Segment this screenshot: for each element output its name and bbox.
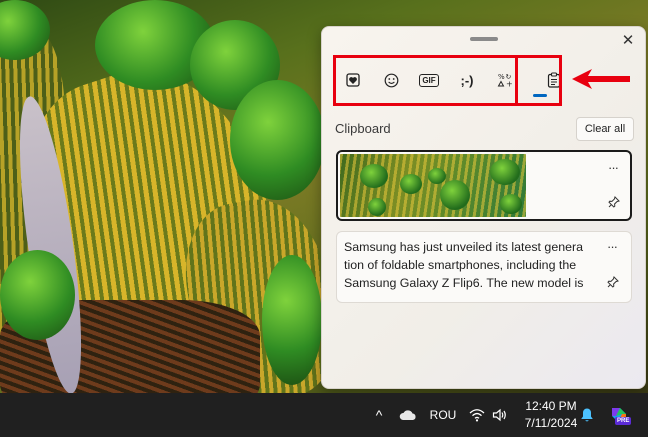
wallpaper-tree (0, 250, 75, 340)
more-options-button[interactable]: ··· (607, 239, 618, 254)
input-language-indicator[interactable]: ROU (426, 393, 460, 437)
notification-bell-icon[interactable] (575, 393, 599, 437)
clock-time: 12:40 PM (525, 399, 577, 413)
tab-kaomoji[interactable]: ;-) (452, 60, 482, 100)
aerial-field-thumbnail (340, 154, 526, 217)
pin-icon[interactable] (607, 276, 619, 291)
active-tab-indicator (533, 94, 547, 97)
smiley-icon (384, 73, 399, 88)
copilot-icon[interactable]: PRE (604, 393, 634, 437)
wifi-icon[interactable] (466, 393, 488, 437)
symbols-icon: % ↻ + (497, 72, 513, 88)
clipboard-icon (547, 72, 561, 88)
gif-icon: GIF (419, 73, 439, 87)
panel-tabs: GIF ;-) % ↻ + (336, 60, 562, 102)
svg-text:+: + (506, 80, 513, 89)
tab-gif[interactable]: GIF (414, 60, 444, 100)
clipboard-text: Samsung has just unveiled its latest gen… (344, 238, 597, 292)
show-hidden-icons-button[interactable]: ^ (368, 393, 390, 437)
clipboard-text-line: Samsung has just unveiled its latest gen… (344, 240, 584, 254)
tab-symbols[interactable]: % ↻ + (490, 60, 520, 100)
clock-date: 7/11/2024 (524, 416, 578, 430)
taskbar: ^ ROU 12:40 PM 7/11/2024 PRE (0, 393, 648, 437)
tab-stickers[interactable] (338, 60, 368, 100)
svg-text:%: % (498, 73, 505, 81)
clipboard-item-image[interactable]: ··· (336, 150, 632, 221)
wallpaper-tree (230, 80, 325, 200)
wallpaper-tree (262, 255, 322, 385)
onedrive-cloud-icon[interactable] (396, 393, 420, 437)
tab-emoji[interactable] (376, 60, 406, 100)
volume-icon[interactable] (488, 393, 512, 437)
more-options-button[interactable]: ··· (608, 160, 619, 175)
clear-all-button[interactable]: Clear all (576, 117, 634, 141)
kaomoji-icon: ;-) (460, 72, 474, 88)
heart-sticker-icon (346, 73, 360, 87)
close-button[interactable]: ✕ (618, 30, 638, 50)
clipboard-item-text[interactable]: Samsung has just unveiled its latest gen… (336, 231, 632, 303)
annotation-arrow-icon (572, 69, 630, 89)
preview-badge: PRE (615, 417, 632, 425)
clipboard-text-line: tion of foldable smartphones, including … (344, 258, 577, 272)
pin-icon[interactable] (608, 196, 620, 211)
clipboard-text-line: Samsung Galaxy Z Flip6. The new model is (344, 276, 584, 290)
drag-handle[interactable] (470, 37, 498, 41)
section-title: Clipboard (335, 121, 391, 136)
